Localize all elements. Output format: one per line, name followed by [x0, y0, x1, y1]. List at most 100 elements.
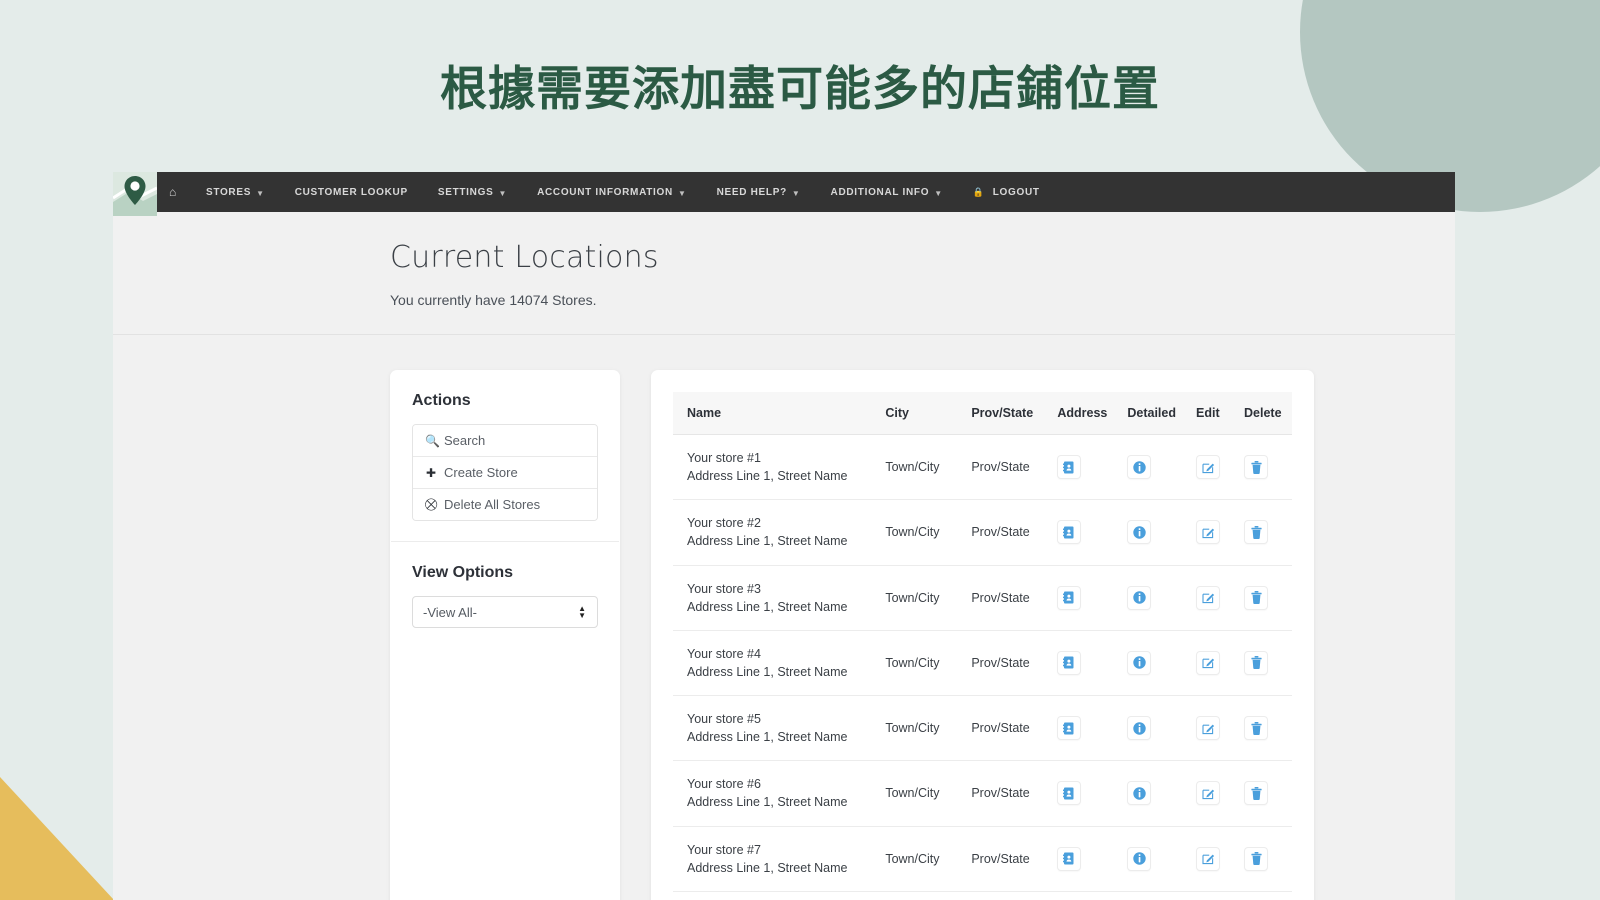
cell-trash: [1234, 630, 1292, 697]
table-head: Name City Prov/State Address Detailed Ed…: [673, 392, 1292, 435]
action-delete-all-stores[interactable]: ⛒ Delete All Stores: [413, 489, 597, 520]
edit-pencil-button[interactable]: [1196, 716, 1220, 741]
locations-table: Name City Prov/State Address Detailed Ed…: [673, 392, 1292, 900]
address-book-button[interactable]: [1057, 781, 1082, 806]
address-book-button[interactable]: [1057, 650, 1082, 675]
edit-pencil-button[interactable]: [1196, 455, 1220, 480]
cell-edit-pencil: [1186, 499, 1234, 566]
address-book-button[interactable]: [1057, 846, 1082, 871]
action-delete-all-stores-label: Delete All Stores: [444, 497, 541, 512]
cell-trash: [1234, 499, 1292, 566]
address-book-button[interactable]: [1057, 716, 1082, 741]
info-circle-icon: [1133, 852, 1146, 865]
trash-button[interactable]: [1244, 455, 1268, 480]
page-body: Actions 🔍 Search ✚ Create Store ⛒ Delete…: [113, 335, 1455, 900]
address-book-icon: [1063, 591, 1075, 604]
store-name: Your store #4: [687, 646, 761, 661]
address-book-button[interactable]: [1057, 585, 1082, 610]
chevron-updown-icon: ▲ ▼: [578, 604, 586, 620]
col-name: Name: [673, 392, 876, 435]
action-search[interactable]: 🔍 Search: [413, 425, 597, 457]
info-circle-button[interactable]: [1127, 585, 1152, 610]
edit-pencil-button[interactable]: [1196, 781, 1220, 806]
trash-button[interactable]: [1244, 716, 1268, 741]
table-row: Your store #8Address Line 1, Street Name…: [673, 891, 1292, 900]
action-create-store-label: Create Store: [444, 465, 518, 480]
home-icon: ⌂: [169, 185, 177, 199]
nav-item-account-information[interactable]: ACCOUNT INFORMATION ▼: [522, 172, 702, 212]
nav-item-stores[interactable]: STORES ▼: [191, 172, 280, 212]
nav-label-customer-lookup: CUSTOMER LOOKUP: [294, 186, 408, 198]
col-address: Address: [1047, 392, 1118, 435]
cell-city: Town/City: [875, 695, 962, 762]
cell-address-book: [1047, 695, 1118, 762]
edit-pencil-button[interactable]: [1196, 520, 1220, 545]
cell-address-book: [1047, 434, 1118, 501]
info-circle-icon: [1133, 787, 1146, 800]
table-row: Your store #6 Address Line 1, Street Name…: [673, 760, 1292, 827]
nav-item-home[interactable]: ⌂: [157, 172, 191, 212]
store-address: Address Line 1, Street Name: [687, 534, 848, 549]
search-icon: 🔍: [425, 433, 440, 448]
edit-pencil-button[interactable]: [1196, 650, 1220, 675]
cell-city: Town/City: [875, 630, 962, 697]
cell-name: Your store #2 Address Line 1, Street Name: [673, 499, 876, 566]
cell-trash: [1234, 891, 1292, 900]
table-row: Your store #1 Address Line 1, Street Name…: [673, 434, 1292, 501]
nav-item-need-help[interactable]: NEED HELP? ▼: [702, 172, 816, 212]
table-header-row: Name City Prov/State Address Detailed Ed…: [673, 392, 1292, 435]
cell-info-circle: [1117, 565, 1186, 631]
cell-address-book: [1047, 891, 1118, 900]
action-create-store[interactable]: ✚ Create Store: [413, 457, 597, 489]
chevron-down-icon: ▼: [677, 188, 687, 198]
top-navbar: ⌂ STORES ▼ CUSTOMER LOOKUP SETTINGS ▼ AC…: [113, 172, 1455, 216]
info-circle-button[interactable]: [1127, 455, 1152, 480]
cell-prov-state: Prov/State: [961, 630, 1048, 697]
trash-button[interactable]: [1244, 781, 1268, 806]
trash-button[interactable]: [1244, 650, 1268, 675]
info-circle-button[interactable]: [1127, 650, 1152, 675]
store-address: Address Line 1, Street Name: [687, 730, 848, 745]
store-address: Address Line 1, Street Name: [687, 795, 848, 810]
edit-pencil-button[interactable]: [1196, 846, 1220, 871]
view-options-select[interactable]: -View All- ▲ ▼: [412, 596, 598, 628]
cell-address-book: [1047, 565, 1118, 631]
cell-city: Town/City: [875, 434, 962, 501]
trash-button[interactable]: [1244, 846, 1268, 871]
navbar-items: ⌂ STORES ▼ CUSTOMER LOOKUP SETTINGS ▼ AC…: [157, 172, 1055, 212]
nav-label-need-help: NEED HELP?: [716, 186, 787, 198]
nav-item-settings[interactable]: SETTINGS ▼: [423, 172, 522, 212]
chevron-down-icon: ▼: [934, 188, 943, 198]
store-name: Your store #1: [687, 451, 761, 465]
info-circle-button[interactable]: [1127, 520, 1152, 545]
cell-info-circle: [1117, 499, 1186, 566]
nav-item-customer-lookup[interactable]: CUSTOMER LOOKUP: [280, 172, 423, 212]
cell-edit-pencil: [1186, 891, 1234, 900]
cell-prov-state: Prov/State: [961, 891, 1048, 900]
cell-name: Your store #7 Address Line 1, Street Name: [673, 826, 876, 892]
info-circle-button[interactable]: [1127, 781, 1152, 806]
address-book-icon: [1063, 526, 1075, 539]
cell-trash: [1234, 826, 1292, 892]
info-circle-button[interactable]: [1127, 846, 1152, 871]
address-book-button[interactable]: [1057, 520, 1082, 545]
cell-prov-state: Prov/State: [961, 760, 1048, 827]
cell-info-circle: [1117, 760, 1186, 827]
table-row: Your store #5 Address Line 1, Street Name…: [673, 695, 1292, 762]
trash-button[interactable]: [1244, 520, 1268, 545]
edit-pencil-button[interactable]: [1196, 585, 1220, 610]
cell-name: Your store #1 Address Line 1, Street Name: [673, 434, 876, 501]
trash-icon: [1250, 525, 1262, 539]
address-book-button[interactable]: [1057, 455, 1082, 480]
cell-address-book: [1047, 630, 1118, 697]
nav-item-logout[interactable]: 🔒 LOGOUT: [958, 172, 1055, 212]
info-circle-button[interactable]: [1127, 716, 1152, 741]
page-subtitle: You currently have 14074 Stores.: [390, 292, 597, 308]
actions-list: 🔍 Search ✚ Create Store ⛒ Delete All Sto…: [412, 424, 598, 521]
nav-label-account-information: ACCOUNT INFORMATION: [537, 186, 673, 198]
map-pin-logo[interactable]: [113, 172, 157, 216]
cell-name: Your store #8Address Line 1, Street Name: [673, 891, 876, 900]
address-book-icon: [1063, 461, 1075, 474]
trash-button[interactable]: [1244, 585, 1268, 610]
nav-item-additional-info[interactable]: ADDITIONAL INFO ▼: [816, 172, 958, 212]
